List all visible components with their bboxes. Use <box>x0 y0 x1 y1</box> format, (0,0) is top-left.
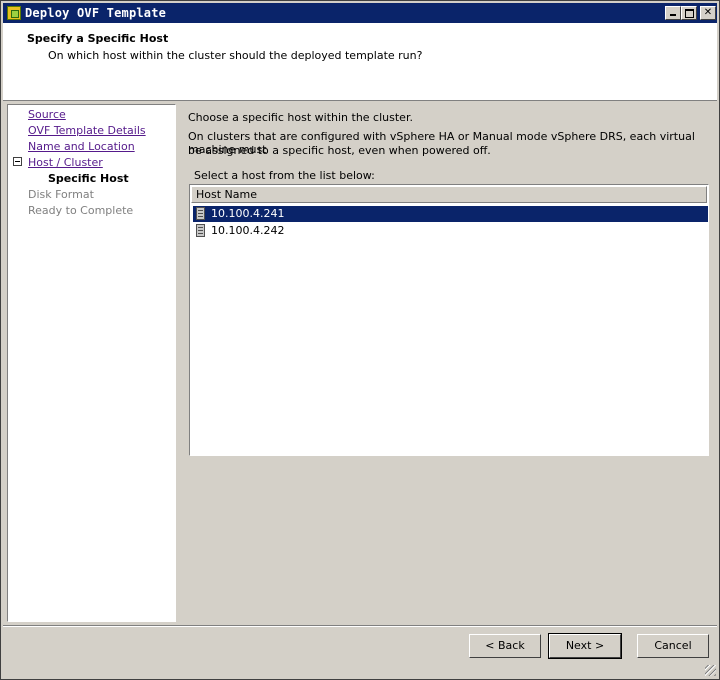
app-icon <box>7 6 21 20</box>
sidebar-item-ready-to-complete: Ready to Complete <box>28 204 134 217</box>
host-name: 10.100.4.241 <box>211 207 285 220</box>
wizard-content: Choose a specific host within the cluste… <box>179 104 717 622</box>
maximize-button[interactable] <box>681 6 697 20</box>
title-bar[interactable]: Deploy OVF Template ✕ <box>3 3 717 23</box>
deploy-ovf-window: Deploy OVF Template ✕ Specify a Specific… <box>0 0 720 680</box>
host-row-10-100-4-241[interactable]: 10.100.4.241 <box>193 206 708 222</box>
description-line-2: be assigned to a specific host, even whe… <box>188 144 491 157</box>
sidebar-item-source[interactable]: Source <box>28 108 66 122</box>
host-server-icon <box>196 207 205 220</box>
close-icon: ✕ <box>703 7 713 18</box>
list-label: Select a host from the list below: <box>194 169 375 182</box>
sidebar-item-specific-host: Specific Host <box>48 172 129 185</box>
resize-grip[interactable] <box>705 665 716 676</box>
sidebar-item-name-and-location[interactable]: Name and Location <box>28 140 135 154</box>
sidebar-item-host-cluster[interactable]: Host / Cluster <box>28 156 103 170</box>
next-button[interactable]: Next > <box>548 633 622 659</box>
collapse-icon[interactable] <box>13 157 22 166</box>
step-title: Specify a Specific Host <box>27 32 169 45</box>
intro-text: Choose a specific host within the cluste… <box>188 111 413 124</box>
host-server-icon <box>196 224 205 237</box>
minimize-button[interactable] <box>665 6 681 20</box>
footer-separator <box>3 625 717 627</box>
host-row-10-100-4-242[interactable]: 10.100.4.242 <box>193 223 708 239</box>
host-list[interactable]: Host Name 10.100.4.241 10.100.4.242 <box>189 184 709 456</box>
close-button[interactable]: ✕ <box>700 6 716 20</box>
column-header-host-name[interactable]: Host Name <box>191 186 707 203</box>
cancel-button[interactable]: Cancel <box>637 634 709 658</box>
step-subtitle: On which host within the cluster should … <box>48 49 423 62</box>
window-title: Deploy OVF Template <box>25 6 167 20</box>
host-name: 10.100.4.242 <box>211 224 285 237</box>
back-button[interactable]: < Back <box>469 634 541 658</box>
wizard-header: Specify a Specific Host On which host wi… <box>3 23 717 101</box>
sidebar-item-disk-format: Disk Format <box>28 188 94 201</box>
wizard-steps-sidebar: Source OVF Template Details Name and Loc… <box>7 104 176 622</box>
sidebar-item-ovf-template-details[interactable]: OVF Template Details <box>28 124 146 138</box>
